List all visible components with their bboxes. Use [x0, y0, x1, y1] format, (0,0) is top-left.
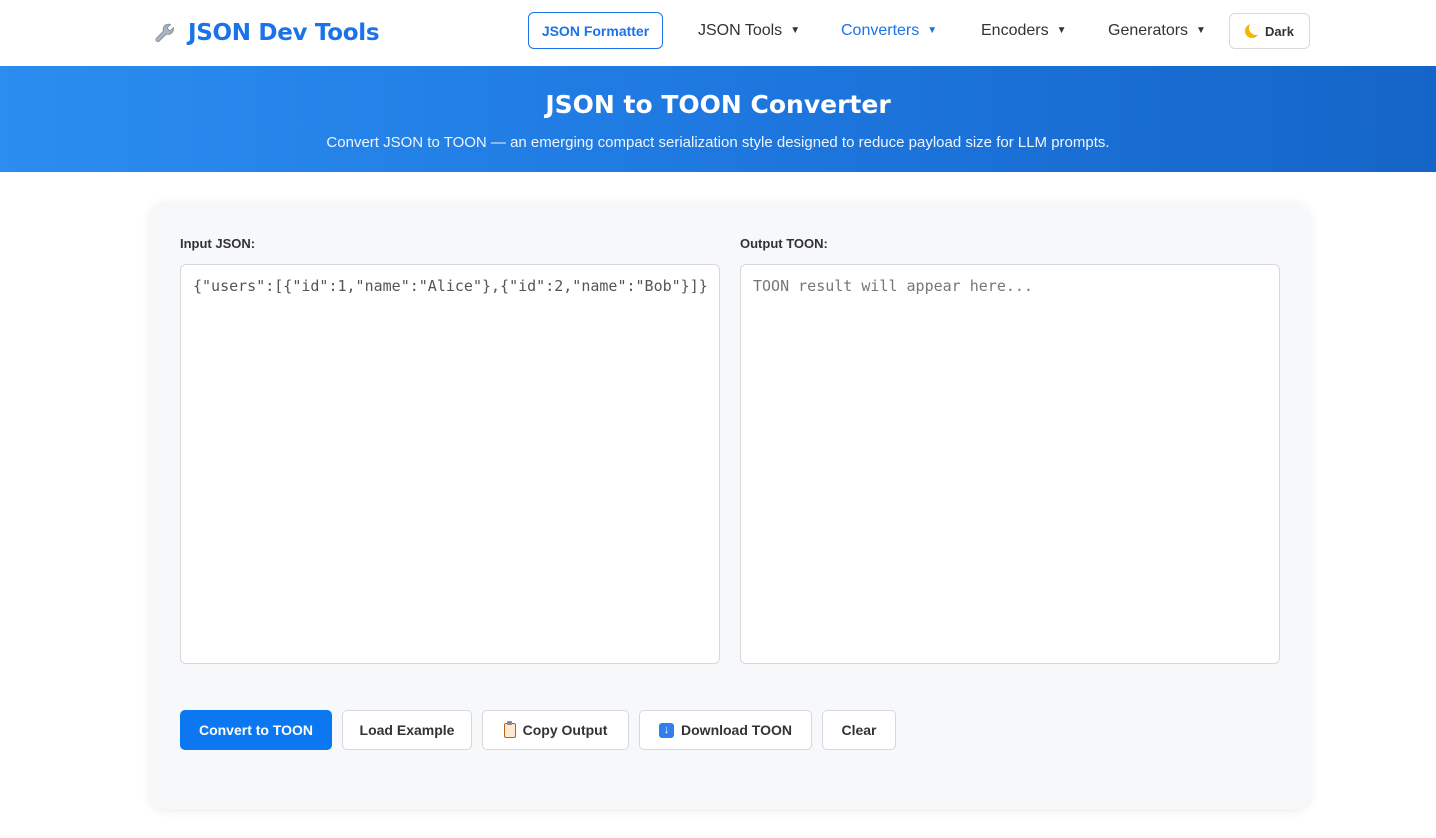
wrench-icon — [152, 20, 178, 46]
clipboard-icon — [503, 720, 516, 738]
convert-to-toon-button[interactable]: Convert to TOON — [180, 710, 332, 750]
brand-logo[interactable]: JSON Dev Tools — [152, 16, 380, 50]
page-title: JSON to TOON Converter — [545, 90, 891, 119]
download-toon-label: Download TOON — [681, 722, 792, 738]
nav-json-tools-dropdown[interactable]: JSON Tools ▼ — [698, 12, 800, 49]
input-json-textarea[interactable]: {"users":[{"id":1,"name":"Alice"},{"id":… — [180, 264, 720, 664]
output-toon-label: Output TOON: — [740, 236, 828, 251]
hero-banner: JSON to TOON Converter Convert JSON to T… — [0, 66, 1436, 172]
load-example-button[interactable]: Load Example — [342, 710, 472, 750]
caret-down-icon: ▼ — [1056, 25, 1067, 36]
output-toon-textarea[interactable] — [740, 264, 1280, 664]
input-json-label: Input JSON: — [180, 236, 256, 251]
nav-json-formatter-button[interactable]: JSON Formatter — [528, 12, 663, 49]
nav-converters-dropdown[interactable]: Converters ▼ — [841, 12, 937, 49]
brand-title: JSON Dev Tools — [188, 20, 380, 46]
nav-json-tools-label: JSON Tools — [698, 21, 783, 39]
nav-generators-label: Generators — [1108, 21, 1189, 39]
copy-output-button[interactable]: Copy Output — [482, 710, 629, 750]
top-navbar: JSON Dev Tools JSON Formatter JSON Tools… — [0, 0, 1436, 66]
caret-down-icon: ▼ — [1196, 25, 1206, 36]
nav-generators-dropdown[interactable]: Generators ▼ — [1108, 12, 1206, 49]
download-toon-button[interactable]: ↓ Download TOON — [639, 710, 812, 750]
clear-button[interactable]: Clear — [822, 710, 896, 750]
copy-output-label: Copy Output — [522, 722, 608, 738]
nav-encoders-label: Encoders — [981, 21, 1049, 39]
nav-converters-label: Converters — [841, 21, 920, 39]
dark-mode-toggle-button[interactable]: Dark — [1229, 13, 1310, 49]
nav-encoders-dropdown[interactable]: Encoders ▼ — [981, 12, 1067, 49]
caret-down-icon: ▼ — [927, 25, 938, 36]
page-subtitle: Convert JSON to TOON — an emerging compa… — [326, 134, 1110, 151]
download-arrow-icon: ↓ — [659, 722, 675, 738]
caret-down-icon: ▼ — [790, 25, 801, 36]
converter-card: Input JSON: Output TOON: {"users":[{"id"… — [150, 202, 1310, 809]
dark-mode-label: Dark — [1265, 23, 1294, 39]
moon-icon — [1245, 24, 1260, 38]
